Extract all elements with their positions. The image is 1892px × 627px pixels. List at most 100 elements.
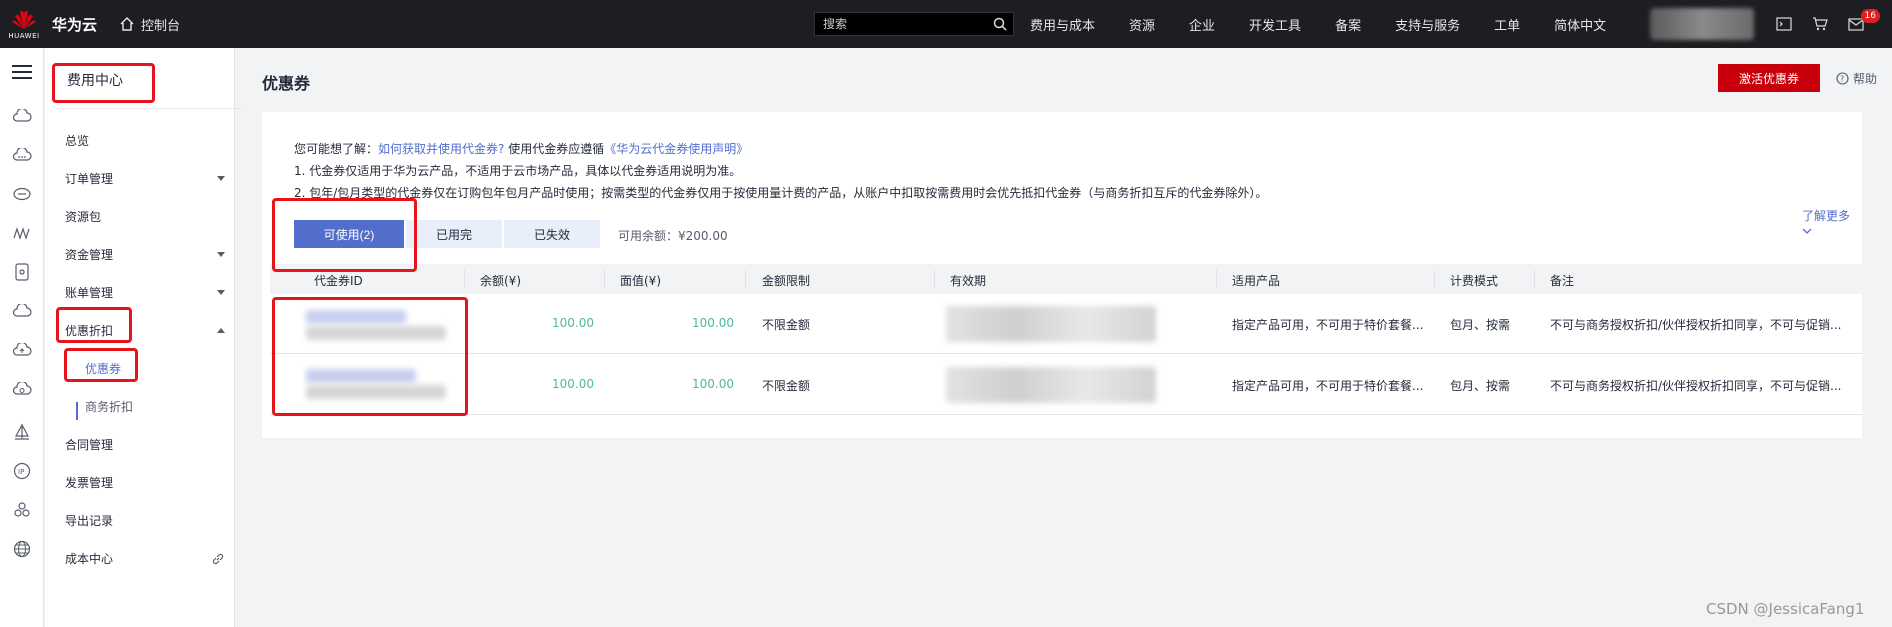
nav-icp[interactable]: 备案 bbox=[1335, 15, 1361, 34]
col-separator bbox=[464, 270, 465, 288]
caret-down-icon bbox=[217, 176, 225, 181]
rail-cloud-3[interactable] bbox=[10, 299, 34, 323]
coupon-id-redacted bbox=[306, 310, 406, 324]
cloud-icon bbox=[12, 109, 32, 122]
nav-support[interactable]: 支持与服务 bbox=[1395, 15, 1460, 34]
rail-network[interactable] bbox=[10, 221, 34, 245]
row-billing-mode: 包月、按需 bbox=[1450, 318, 1511, 332]
help-link[interactable]: ? 帮助 bbox=[1836, 70, 1877, 87]
menu-toggle[interactable] bbox=[10, 60, 34, 84]
active-indicator bbox=[76, 402, 78, 420]
col-separator bbox=[934, 270, 935, 288]
sidebar-item-label: 资金管理 bbox=[65, 248, 114, 262]
nav-resources[interactable]: 资源 bbox=[1129, 15, 1155, 34]
activate-coupon-button[interactable]: 激活优惠券 bbox=[1718, 64, 1820, 92]
info-prefix: 您可能想了解： bbox=[294, 142, 379, 156]
nav-cost[interactable]: 费用与成本 bbox=[1030, 15, 1095, 34]
console-terminal[interactable] bbox=[1766, 17, 1802, 31]
rail-elb[interactable] bbox=[10, 182, 34, 206]
tab-used-up[interactable]: 已用完 bbox=[406, 220, 502, 248]
user-account[interactable] bbox=[1650, 8, 1754, 40]
col-face-value: 面值(¥) bbox=[620, 274, 661, 288]
sidebar-item-invoices[interactable]: 发票管理 bbox=[65, 474, 225, 491]
learn-more-link[interactable]: 了解更多 bbox=[1802, 207, 1862, 238]
rail-cloud-up[interactable] bbox=[10, 338, 34, 362]
sidebar-item-label: 账单管理 bbox=[65, 286, 114, 300]
col-applicable-product: 适用产品 bbox=[1232, 274, 1281, 288]
brand-name[interactable]: 华为云 bbox=[52, 14, 97, 35]
rail-ip[interactable]: IP bbox=[10, 459, 34, 483]
sidebar-item-orders[interactable]: 订单管理 bbox=[65, 170, 225, 187]
sidebar-item-resource-packages[interactable]: 资源包 bbox=[65, 208, 225, 225]
rail-global[interactable] bbox=[10, 537, 34, 561]
cart[interactable] bbox=[1802, 17, 1838, 31]
ip-icon: IP bbox=[13, 462, 31, 480]
rail-cluster[interactable] bbox=[10, 498, 34, 522]
col-separator bbox=[604, 270, 605, 288]
coupon-card: 您可能想了解：如何获取并使用代金券? 使用代金券应遵循《华为云代金券使用声明》 … bbox=[262, 112, 1862, 438]
messages[interactable]: 16 bbox=[1838, 9, 1880, 31]
col-separator bbox=[1534, 270, 1535, 288]
table-row[interactable]: 100.00 100.00 不限金额 指定产品可用，不可用于特价套餐... 包月… bbox=[270, 294, 1862, 354]
cloud-upload-icon bbox=[12, 343, 32, 356]
sidebar-item-label: 资源包 bbox=[65, 210, 102, 224]
top-icons: 16 bbox=[1766, 0, 1880, 48]
row-applicable-product: 指定产品可用，不可用于特价套餐... bbox=[1232, 318, 1424, 332]
tab-available[interactable]: 可使用(2) bbox=[294, 220, 404, 248]
watermark: CSDN @JessicaFang1 bbox=[1706, 600, 1865, 618]
coupon-tabs: 可使用(2) 已用完 已失效 bbox=[294, 220, 602, 248]
how-to-use-coupon-link[interactable]: 如何获取并使用代金券? bbox=[378, 142, 504, 156]
sidebar-item-label: 合同管理 bbox=[65, 438, 114, 452]
row-balance: 100.00 bbox=[552, 377, 594, 391]
svg-text:?: ? bbox=[1840, 75, 1844, 84]
sidebar-item-label: 订单管理 bbox=[65, 172, 114, 186]
rail-sail[interactable] bbox=[10, 420, 34, 444]
col-separator bbox=[745, 270, 746, 288]
hamburger-icon bbox=[12, 65, 32, 79]
caret-up-icon bbox=[217, 328, 225, 333]
coupon-id-redacted bbox=[306, 326, 446, 340]
table-row[interactable]: 100.00 100.00 不限金额 指定产品可用，不可用于特价套餐... 包月… bbox=[270, 355, 1862, 415]
sidebar-title: 费用中心 bbox=[67, 73, 123, 89]
sidebar-item-cost-center[interactable]: 成本中心 bbox=[65, 550, 225, 567]
help-label: 帮助 bbox=[1853, 72, 1878, 86]
sidebar-item-funds[interactable]: 资金管理 bbox=[65, 246, 225, 263]
info-line-1: 1. 代金券仅适用于华为云产品，不适用于云市场产品，具体以代金券适用说明为准。 bbox=[294, 164, 742, 178]
cloud-dots-icon bbox=[12, 148, 32, 161]
nav-enterprise[interactable]: 企业 bbox=[1189, 15, 1215, 34]
sidebar-item-bills[interactable]: 账单管理 bbox=[65, 284, 225, 301]
console-link[interactable]: 控制台 bbox=[119, 15, 180, 34]
table-header: 代金券ID 余额(¥) 面值(¥) 金额限制 有效期 适用产品 计费模式 备注 bbox=[270, 264, 1862, 294]
nav-language[interactable]: 简体中文 bbox=[1554, 15, 1606, 34]
nav-ticket[interactable]: 工单 bbox=[1494, 15, 1520, 34]
sidebar-item-discounts[interactable]: 优惠折扣 bbox=[65, 322, 225, 339]
sidebar-item-contracts[interactable]: 合同管理 bbox=[65, 436, 225, 453]
col-billing-mode: 计费模式 bbox=[1450, 274, 1499, 288]
sidebar-item-overview[interactable]: 总览 bbox=[65, 132, 225, 149]
sidebar-item-exports[interactable]: 导出记录 bbox=[65, 512, 225, 529]
notification-badge: 16 bbox=[1860, 9, 1880, 23]
tab-expired[interactable]: 已失效 bbox=[504, 220, 600, 248]
terminal-icon bbox=[1776, 17, 1792, 31]
sidebar-item-label: 导出记录 bbox=[65, 514, 114, 528]
caret-down-icon bbox=[217, 252, 225, 257]
rail-cloud-1[interactable] bbox=[10, 104, 34, 128]
rail-cloud-2[interactable] bbox=[10, 143, 34, 167]
col-validity: 有效期 bbox=[950, 274, 987, 288]
sidebar-subitem-business-discount[interactable]: 商务折扣 bbox=[85, 398, 133, 415]
coupon-statement-link[interactable]: 《华为云代金券使用声明》 bbox=[604, 142, 748, 156]
search-input[interactable] bbox=[823, 17, 983, 31]
row-amount-limit: 不限金额 bbox=[762, 318, 811, 332]
storage-icon bbox=[15, 263, 29, 281]
nav-devtools[interactable]: 开发工具 bbox=[1249, 15, 1301, 34]
huawei-logo[interactable]: HUAWEI bbox=[4, 0, 44, 48]
search-icon[interactable] bbox=[993, 17, 1007, 31]
globe-icon bbox=[13, 540, 31, 558]
search-box[interactable] bbox=[814, 12, 1014, 36]
top-nav: 费用与成本 资源 企业 开发工具 备案 支持与服务 工单 简体中文 bbox=[1030, 0, 1640, 48]
sidebar-subitem-coupons[interactable]: 优惠券 bbox=[85, 360, 121, 377]
sidebar-item-label: 总览 bbox=[65, 134, 90, 148]
rail-cloud-sync[interactable] bbox=[10, 377, 34, 401]
sidebar-item-label: 优惠折扣 bbox=[65, 324, 114, 338]
rail-storage[interactable] bbox=[10, 260, 34, 284]
